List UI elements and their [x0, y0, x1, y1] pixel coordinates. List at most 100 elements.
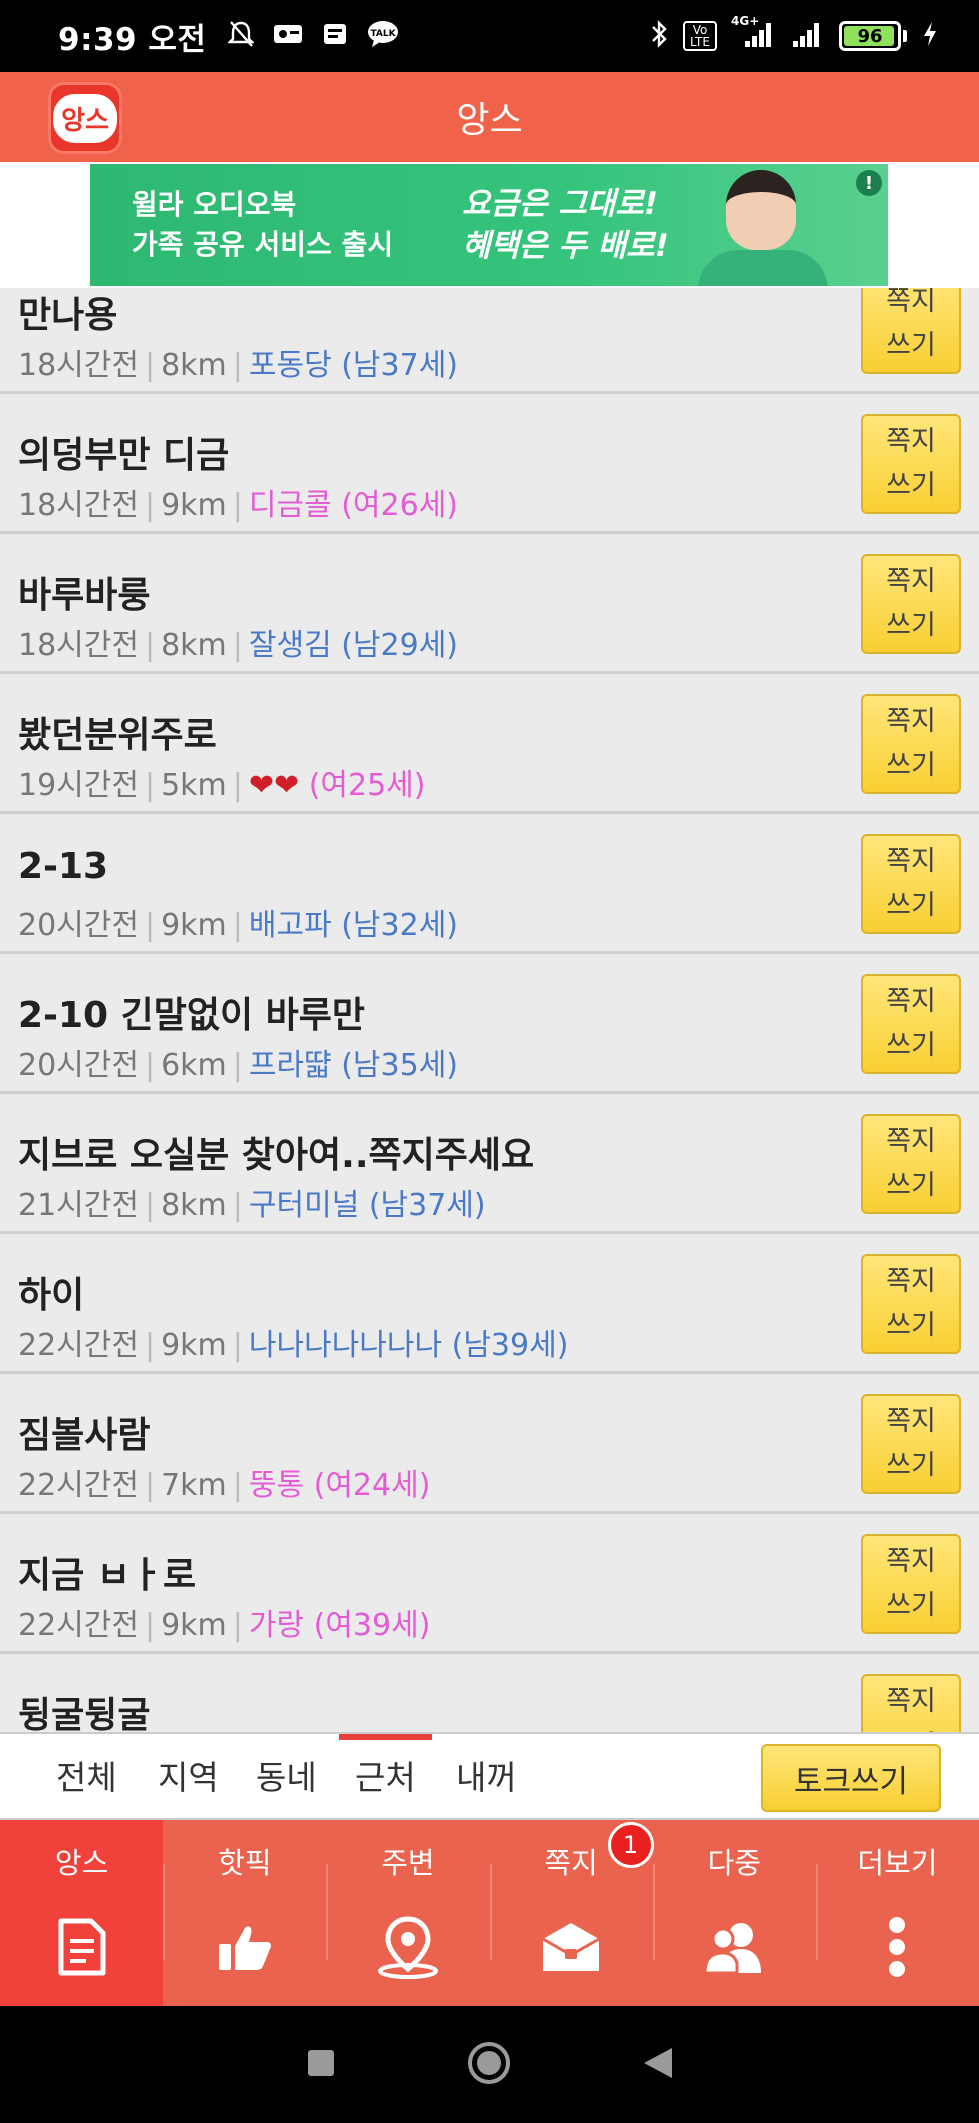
nav-label: 핫픽	[218, 1846, 272, 1880]
send-message-button[interactable]: 쪽지쓰기	[861, 694, 961, 794]
meta-divider: |	[144, 348, 156, 383]
list-item[interactable]: 봤던분위주로 19시간전 | 5km | ❤❤ (여25세) 쪽지 쓰기	[0, 674, 979, 814]
ad-info-badge[interactable]: !	[856, 170, 882, 196]
post-time: 18시간전	[18, 348, 139, 383]
button-label: 쪽지	[886, 426, 936, 457]
post-time: 21시간전	[18, 1188, 139, 1223]
volte-icon: Vo LTE	[683, 21, 717, 51]
button-label: 쓰기	[886, 750, 936, 781]
page-title: 앙스	[456, 100, 523, 141]
send-message-button[interactable]: 쪽지쓰기	[861, 414, 961, 514]
list-item[interactable]: 만나용 18시간전 | 8km | 포동당 (남37세) 쪽지 쓰기	[0, 288, 979, 394]
list-item[interactable]: 짐볼사람 22시간전 | 7km | 뚱통 (여24세) 쪽지 쓰기	[0, 1374, 979, 1514]
thumbs-up-icon	[210, 1912, 280, 1982]
nav-messages[interactable]: 쪽지 1	[489, 1820, 654, 2006]
app-logo[interactable]: 앙스	[48, 82, 122, 154]
post-time: 19시간전	[18, 768, 139, 803]
post-title: 바루바룽	[18, 575, 151, 616]
post-distance: 8km	[161, 348, 227, 383]
location-pin-icon	[373, 1912, 443, 1982]
meta-divider: |	[232, 768, 243, 803]
post-author[interactable]: 뚱통 (여24세)	[249, 1468, 431, 1503]
post-author[interactable]: 디금콜 (여26세)	[249, 488, 458, 523]
send-message-button[interactable]: 쪽지쓰기	[861, 1674, 961, 1732]
post-meta: 20시간전 | 6km | 프라땳 (남35세)	[18, 1040, 458, 1084]
post-title: 지금 ㅂㅏ로	[18, 1555, 197, 1596]
button-label: 쓰기	[886, 1724, 936, 1732]
nav-nearby[interactable]: 주변	[326, 1820, 489, 2006]
post-meta: 21시간전 | 8km | 구터미널 (남37세)	[18, 1180, 486, 1224]
message-icon	[272, 21, 304, 52]
home-icon[interactable]	[466, 2040, 512, 2090]
meta-divider: |	[232, 628, 243, 663]
post-author[interactable]: 포동당 (남37세)	[249, 348, 458, 383]
meta-divider: |	[144, 1188, 156, 1223]
post-time: 20시간전	[18, 1048, 139, 1083]
post-author[interactable]: 잘생김 (남29세)	[249, 628, 458, 663]
nav-more[interactable]: 더보기	[815, 1820, 979, 2006]
list-item[interactable]: 의덩부만 디금 18시간전 | 9km | 디금콜 (여26세) 쪽지 쓰기	[0, 394, 979, 534]
post-author[interactable]: 프라땳 (남35세)	[249, 1048, 458, 1083]
filter-tab-neighborhood[interactable]: 동네	[256, 1734, 317, 1822]
post-meta: 18시간전 | 8km | 포동당 (남37세)	[18, 340, 458, 384]
ad-line-3: 요금은 그대로!	[462, 186, 659, 222]
button-label: 쓰기	[886, 470, 936, 501]
send-message-button[interactable]: 쪽지쓰기	[861, 1394, 961, 1494]
list-item[interactable]: 하이 22시간전 | 9km | 나나나나나나나 (남39세) 쪽지 쓰기	[0, 1234, 979, 1374]
send-message-button[interactable]: 쪽지쓰기	[861, 288, 961, 374]
filter-tab-all[interactable]: 전체	[56, 1734, 117, 1822]
send-message-button[interactable]: 쪽지쓰기	[861, 1534, 961, 1634]
list-item[interactable]: 2-10 긴말없이 바루만 20시간전 | 6km | 프라땳 (남35세) 쪽지 쓰기	[0, 954, 979, 1094]
filter-tab-region[interactable]: 지역	[158, 1734, 219, 1822]
meta-divider: |	[232, 348, 243, 383]
post-title: 봤던분위주로	[18, 715, 217, 756]
bluetooth-icon	[649, 19, 669, 54]
button-label: 쓰기	[886, 610, 936, 641]
ad-model-image	[698, 164, 828, 286]
post-author[interactable]: 가랑 (여39세)	[249, 1608, 431, 1643]
nav-angs[interactable]: 앙스	[0, 1820, 164, 2006]
post-title: 2-10 긴말없이 바루만	[18, 995, 365, 1036]
nav-group[interactable]: 다중	[652, 1820, 816, 2006]
filter-tab-mine[interactable]: 내꺼	[456, 1734, 517, 1822]
post-meta: 22시간전 | 7km | 뚱통 (여24세)	[18, 1460, 430, 1504]
heart-icon: ❤❤	[248, 768, 300, 803]
svg-text:TALK: TALK	[371, 29, 397, 39]
button-label: 쓰기	[886, 1030, 936, 1061]
back-icon[interactable]	[642, 2046, 674, 2084]
post-author[interactable]: 배고파 (남32세)	[249, 908, 458, 943]
list-item[interactable]: 뒹굴뒹굴 쪽지쓰기	[0, 1654, 979, 1732]
send-message-button[interactable]: 쪽지쓰기	[861, 554, 961, 654]
post-author[interactable]: (여25세)	[299, 768, 426, 803]
app-header: 앙스 앙스	[0, 72, 979, 162]
list-item[interactable]: 지브로 오실분 찾아여..쪽지주세요 21시간전 | 8km | 구터미널 (남37세) 쪽…	[0, 1094, 979, 1234]
post-title: 짐볼사람	[18, 1415, 151, 1456]
post-author[interactable]: 나나나나나나나 (남39세)	[249, 1328, 569, 1363]
write-talk-button[interactable]: 토크쓰기	[761, 1744, 941, 1812]
filter-tab-nearby[interactable]: 근처	[339, 1734, 432, 1822]
post-title: 2-13	[18, 846, 109, 887]
send-message-button[interactable]: 쪽지쓰기	[861, 1114, 961, 1214]
ad-banner[interactable]: 윌라 오디오북 가족 공유 서비스 출시 요금은 그대로! 혜택은 두 배로! …	[90, 164, 888, 286]
post-list[interactable]: 만나용 18시간전 | 8km | 포동당 (남37세) 쪽지 쓰기 의덩부만 디금 18시간전 |…	[0, 288, 979, 1732]
button-label: 쪽지	[886, 566, 936, 597]
recents-icon[interactable]	[306, 2048, 336, 2082]
talk-icon: TALK	[366, 20, 400, 53]
nav-label: 더보기	[857, 1846, 938, 1880]
list-item[interactable]: 지금 ㅂㅏ로 22시간전 | 9km | 가랑 (여39세) 쪽지 쓰기	[0, 1514, 979, 1654]
charging-icon	[921, 20, 939, 53]
list-item[interactable]: 바루바룽 18시간전 | 8km | 잘생김 (남29세) 쪽지 쓰기	[0, 534, 979, 674]
send-message-button[interactable]: 쪽지쓰기	[861, 1254, 961, 1354]
button-label: 쓰기	[886, 1310, 936, 1341]
post-author[interactable]: 구터미널 (남37세)	[249, 1188, 486, 1223]
button-label: 쪽지	[886, 1406, 936, 1437]
battery-indicator: 96	[839, 21, 901, 51]
nav-hotpick[interactable]: 핫픽	[163, 1820, 326, 2006]
post-meta: 18시간전 | 9km | 디금콜 (여26세)	[18, 480, 458, 524]
post-time: 20시간전	[18, 908, 139, 943]
meta-divider: |	[144, 908, 156, 943]
wifi-icon	[789, 19, 825, 54]
send-message-button[interactable]: 쪽지쓰기	[861, 834, 961, 934]
send-message-button[interactable]: 쪽지쓰기	[861, 974, 961, 1074]
list-item[interactable]: 2-13 20시간전 | 9km | 배고파 (남32세) 쪽지 쓰기	[0, 814, 979, 954]
